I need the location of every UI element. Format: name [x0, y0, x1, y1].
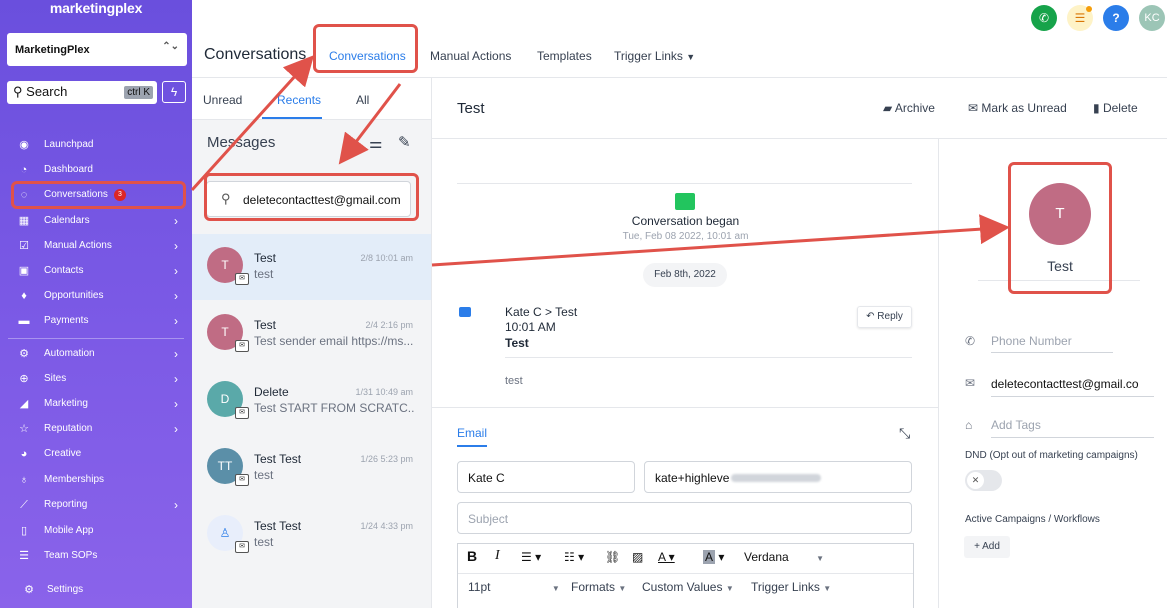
annotation-arrow	[338, 83, 402, 165]
annotation-arrow	[190, 55, 315, 192]
annotation-arrows	[190, 55, 1010, 267]
annotation-arrow	[431, 214, 1010, 267]
